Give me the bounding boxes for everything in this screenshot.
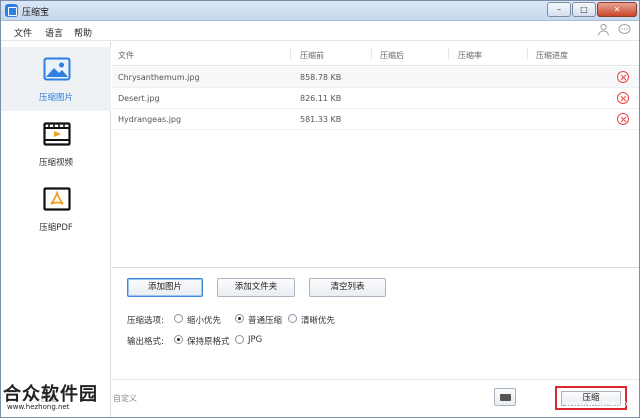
video-icon	[43, 120, 71, 148]
app-window: 压缩宝 – □ ✕ 文件 语言 帮助 压缩图片 压缩视频 压缩PDF 文件 压缩…	[0, 0, 640, 418]
menu-file[interactable]: 文件	[14, 26, 32, 39]
table-row[interactable]: Desert.jpg 826.11 KB	[112, 88, 639, 109]
file-size-before: 858.78 KB	[300, 73, 342, 82]
watermark-url: www.hezhong.net	[7, 403, 70, 411]
panel-divider	[112, 267, 639, 268]
faded-label: 自定义	[113, 394, 137, 403]
sidebar-item-label: 压缩PDF	[39, 223, 73, 233]
sidebar-item-compress-image[interactable]: 压缩图片	[1, 47, 111, 111]
window-controls: – □ ✕	[546, 2, 637, 17]
table-row[interactable]: Hydrangeas.jpg 581.33 KB	[112, 109, 639, 130]
radio-label: JPG	[248, 335, 263, 345]
image-icon	[43, 55, 71, 83]
sidebar-item-compress-video[interactable]: 压缩视频	[1, 112, 111, 176]
column-separator	[290, 48, 291, 60]
sidebar-item-label: 压缩视频	[38, 158, 73, 168]
sidebar-item-label: 压缩图片	[38, 93, 73, 103]
clear-list-button[interactable]: 清空列表	[309, 278, 386, 297]
table-header: 文件 压缩前 压缩后 压缩率 压缩进度	[112, 42, 639, 66]
sidebar-item-compress-pdf[interactable]: 压缩PDF	[1, 177, 111, 241]
watermark-right: www.wmzhe.com	[565, 399, 635, 408]
column-header-progress[interactable]: 压缩进度	[536, 50, 568, 61]
column-header-before[interactable]: 压缩前	[300, 50, 324, 61]
radio-label: 缩小优先	[187, 316, 222, 326]
radio-jpg[interactable]	[235, 335, 244, 344]
column-header-after[interactable]: 压缩后	[380, 50, 404, 61]
bottom-bar: 压缩	[112, 379, 639, 417]
column-separator	[371, 48, 372, 60]
menu-language[interactable]: 语言	[45, 26, 63, 39]
add-folder-button[interactable]: 添加文件夹	[217, 278, 295, 297]
table-row[interactable]: Chrysanthemum.jpg 858.78 KB	[112, 67, 639, 88]
radio-clear[interactable]	[288, 314, 297, 323]
add-images-button[interactable]: 添加图片	[127, 278, 203, 297]
file-name: Chrysanthemum.jpg	[118, 73, 200, 82]
open-folder-button[interactable]	[494, 388, 516, 406]
maximize-button[interactable]: □	[572, 2, 596, 17]
file-size-before: 581.33 KB	[300, 115, 342, 124]
column-separator	[527, 48, 528, 60]
file-name: Hydrangeas.jpg	[118, 115, 182, 124]
minimize-button[interactable]: –	[547, 2, 571, 17]
app-logo-icon	[5, 4, 18, 17]
radio-label: 普通压缩	[248, 316, 283, 326]
menu-help[interactable]: 帮助	[74, 26, 92, 39]
radio-label: 保持原格式	[187, 337, 230, 347]
window-title: 压缩宝	[22, 8, 50, 18]
radio-smallest[interactable]	[174, 314, 183, 323]
menu-bar: 文件 语言 帮助	[1, 22, 639, 41]
sidebar: 压缩图片 压缩视频 压缩PDF	[1, 42, 111, 417]
radio-label: 清晰优先	[301, 316, 336, 326]
file-table: 文件 压缩前 压缩后 压缩率 压缩进度 Chrysanthemum.jpg 85…	[112, 42, 639, 262]
remove-icon[interactable]	[617, 113, 629, 125]
top-icons	[597, 23, 631, 36]
compress-options-label: 压缩选项:	[127, 316, 164, 326]
column-header-ratio[interactable]: 压缩率	[458, 50, 482, 61]
pdf-icon	[43, 185, 71, 213]
chat-icon[interactable]	[618, 23, 631, 36]
radio-keep-format[interactable]	[174, 335, 183, 344]
remove-icon[interactable]	[617, 71, 629, 83]
radio-normal[interactable]	[235, 314, 244, 323]
file-name: Desert.jpg	[118, 94, 160, 103]
output-format-label: 输出格式:	[127, 337, 164, 347]
column-separator	[448, 48, 449, 60]
close-button[interactable]: ✕	[597, 2, 637, 17]
user-icon[interactable]	[597, 23, 610, 36]
file-size-before: 826.11 KB	[300, 94, 342, 103]
title-bar: 压缩宝 – □ ✕	[1, 1, 639, 21]
remove-icon[interactable]	[617, 92, 629, 104]
column-header-file[interactable]: 文件	[118, 50, 134, 61]
